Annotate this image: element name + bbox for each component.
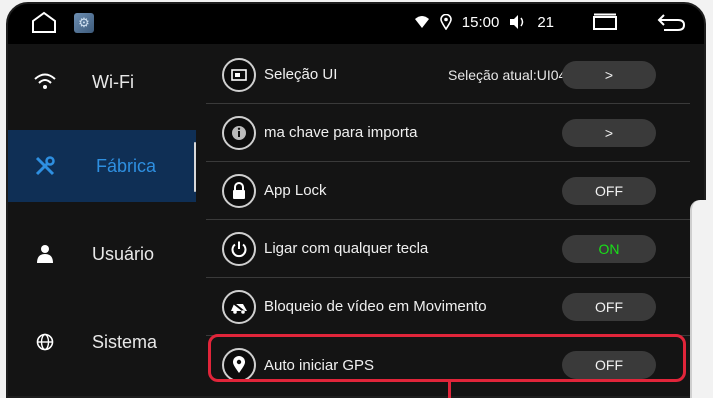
back-icon[interactable] (656, 12, 686, 32)
settings-sidebar: Wi-Fi Fábrica Usuário Sistema (8, 44, 196, 396)
wifi-icon (414, 15, 430, 29)
open-import-key-button[interactable]: > (562, 118, 656, 147)
setting-label: Ligar com qualquer tecla (264, 240, 429, 257)
video-block-toggle[interactable]: OFF (562, 292, 656, 321)
setting-row-ui-selection[interactable]: Seleção UI Seleção atual:UI04 > (206, 46, 690, 104)
setting-label: Seleção UI (264, 66, 338, 83)
app-lock-toggle[interactable]: OFF (562, 176, 656, 205)
home-icon[interactable] (30, 10, 58, 36)
setting-label: Bloqueio de vídeo em Movimento (264, 298, 487, 315)
ui-select-icon (222, 57, 256, 92)
sidebar-item-fabrica[interactable]: Fábrica (8, 130, 196, 202)
sidebar-item-sistema[interactable]: Sistema (8, 306, 196, 378)
volume-level: 21 (537, 13, 554, 31)
power-icon (222, 231, 256, 266)
callout-pointer (448, 381, 451, 398)
user-icon (34, 243, 56, 265)
tools-icon (34, 155, 56, 177)
power-any-key-toggle[interactable]: ON (562, 234, 656, 263)
status-bar: ⚙ 15:00 21 (8, 4, 704, 44)
gps-pin-icon (222, 348, 256, 382)
setting-row-video-block[interactable]: Bloqueio de vídeo em Movimento OFF (206, 278, 690, 336)
location-icon (439, 14, 452, 30)
wifi-icon (34, 71, 56, 93)
volume-icon[interactable] (509, 14, 527, 30)
setting-row-app-lock[interactable]: App Lock OFF (206, 162, 690, 220)
setting-label: Auto iniciar GPS (264, 356, 375, 374)
settings-list: Seleção UI Seleção atual:UI04 > ma chave… (206, 44, 704, 396)
recent-apps-icon[interactable] (592, 13, 618, 31)
setting-row-import-key[interactable]: ma chave para importa > (206, 104, 690, 162)
auto-gps-toggle[interactable]: OFF (562, 351, 656, 379)
head-unit-screen: ⚙ 15:00 21 Wi-Fi Fábrica Usuário Sistema… (6, 2, 706, 398)
sidebar-item-wifi[interactable]: Wi-Fi (8, 46, 196, 118)
sidebar-item-usuario[interactable]: Usuário (8, 218, 196, 290)
device-bezel (690, 200, 706, 398)
current-selection-text: Seleção atual:UI04 (448, 66, 567, 83)
info-icon (222, 115, 256, 150)
setting-label: ma chave para importa (264, 124, 418, 141)
setting-row-power-any-key[interactable]: Ligar com qualquer tecla ON (206, 220, 690, 278)
sidebar-item-label: Sistema (92, 331, 158, 352)
app-icon[interactable]: ⚙ (74, 13, 94, 33)
lock-icon (222, 173, 256, 208)
sidebar-item-label: Wi-Fi (92, 71, 134, 92)
sidebar-item-label: Usuário (92, 243, 155, 264)
sidebar-item-label: Fábrica (96, 155, 157, 176)
setting-label: App Lock (264, 182, 327, 199)
car-video-icon (222, 289, 256, 324)
scroll-indicator (194, 142, 196, 192)
open-ui-selection-button[interactable]: > (562, 60, 656, 89)
globe-icon (34, 331, 56, 353)
clock-time: 15:00 (461, 13, 500, 31)
